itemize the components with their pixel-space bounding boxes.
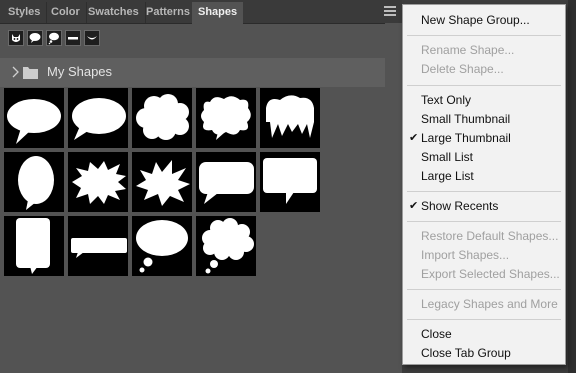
menu-item-label: Export Selected Shapes...	[421, 267, 560, 281]
tab-patterns[interactable]: Patterns	[140, 2, 198, 23]
menu-item-text-only[interactable]: Text Only	[403, 91, 565, 110]
menu-item-legacy-shapes[interactable]: Legacy Shapes and More	[403, 295, 565, 314]
speech-bubble-icon[interactable]	[27, 30, 43, 46]
menu-item-label: Small Thumbnail	[421, 112, 511, 126]
menu-separator	[407, 221, 561, 222]
menu-item-large-thumbnail[interactable]: ✔ Large Thumbnail	[403, 129, 565, 148]
banner-bubble[interactable]	[68, 216, 128, 276]
folder-icon	[23, 67, 38, 79]
shape-group-my-shapes[interactable]: My Shapes	[0, 58, 385, 87]
tall-oval-bubble[interactable]	[4, 152, 64, 212]
menu-item-label: Delete Shape...	[421, 62, 504, 76]
menu-item-large-list[interactable]: Large List	[403, 167, 565, 186]
menu-separator	[407, 319, 561, 320]
cloud-thought-bubble[interactable]	[196, 216, 256, 276]
tab-shapes[interactable]: Shapes	[192, 2, 244, 24]
menu-item-label: Large Thumbnail	[421, 131, 511, 145]
cat-icon[interactable]	[8, 30, 24, 46]
menu-item-label: Large List	[421, 169, 474, 183]
menu-item-label: Legacy Shapes and More	[421, 297, 558, 311]
smile-curve-icon[interactable]	[84, 30, 100, 46]
menu-item-label: Text Only	[421, 93, 472, 107]
tab-color[interactable]: Color	[45, 2, 87, 23]
group-label: My Shapes	[47, 64, 113, 79]
tall-rect-speech-bubble[interactable]	[4, 216, 64, 276]
wide-oval-speech-bubble[interactable]	[68, 88, 128, 148]
square-speech-bubble[interactable]	[260, 152, 320, 212]
dash-icon[interactable]	[65, 30, 81, 46]
rounded-rect-speech-bubble[interactable]	[196, 152, 256, 212]
menu-separator	[407, 35, 561, 36]
dripping-bubble[interactable]	[260, 88, 320, 148]
tab-styles[interactable]: Styles	[2, 2, 48, 23]
panel-tab-bar: Styles Color Swatches Patterns Shapes	[0, 0, 402, 24]
oval-speech-bubble[interactable]	[4, 88, 64, 148]
menu-item-label: New Shape Group...	[421, 13, 530, 27]
wavy-cloud-bubble[interactable]	[196, 88, 256, 148]
adjacent-panel-edge	[568, 0, 576, 373]
checkmark-icon: ✔	[409, 132, 419, 144]
cloud-speech-bubble[interactable]	[132, 88, 192, 148]
menu-separator	[407, 85, 561, 86]
menu-separator	[407, 289, 561, 290]
shapes-panel-flyout-menu: New Shape Group... Rename Shape... Delet…	[402, 4, 566, 365]
menu-separator	[407, 191, 561, 192]
menu-item-import-shapes[interactable]: Import Shapes...	[403, 246, 565, 265]
menu-item-export-selected-shapes[interactable]: Export Selected Shapes...	[403, 265, 565, 284]
menu-item-close[interactable]: Close	[403, 325, 565, 344]
menu-item-label: Close Tab Group	[421, 346, 511, 360]
shapes-panel: Styles Color Swatches Patterns Shapes My…	[0, 0, 402, 373]
menu-item-restore-default-shapes[interactable]: Restore Default Shapes...	[403, 227, 565, 246]
menu-item-label: Rename Shape...	[421, 43, 515, 57]
spiky-burst-bubble[interactable]	[68, 152, 128, 212]
menu-item-label: Restore Default Shapes...	[421, 229, 559, 243]
menu-item-new-shape-group[interactable]: New Shape Group...	[403, 11, 565, 30]
menu-item-small-list[interactable]: Small List	[403, 148, 565, 167]
menu-item-rename-shape[interactable]: Rename Shape...	[403, 41, 565, 60]
menu-item-delete-shape[interactable]: Delete Shape...	[403, 60, 565, 79]
oval-thought-bubble[interactable]	[132, 216, 192, 276]
thought-bubble-icon[interactable]	[46, 30, 62, 46]
explosion-bubble[interactable]	[132, 152, 192, 212]
panel-scrollbar[interactable]	[385, 23, 402, 373]
tab-swatches[interactable]: Swatches	[82, 2, 146, 23]
chevron-right-icon[interactable]	[10, 66, 20, 78]
panel-menu-icon[interactable]	[384, 6, 396, 16]
menu-item-small-thumbnail[interactable]: Small Thumbnail	[403, 110, 565, 129]
checkmark-icon: ✔	[409, 200, 419, 212]
menu-item-label: Small List	[421, 150, 474, 164]
menu-item-close-tab-group[interactable]: Close Tab Group	[403, 344, 565, 363]
menu-item-label: Close	[421, 327, 452, 341]
menu-item-show-recents[interactable]: ✔ Show Recents	[403, 197, 565, 216]
menu-item-label: Import Shapes...	[421, 248, 510, 262]
menu-item-label: Show Recents	[421, 199, 499, 213]
